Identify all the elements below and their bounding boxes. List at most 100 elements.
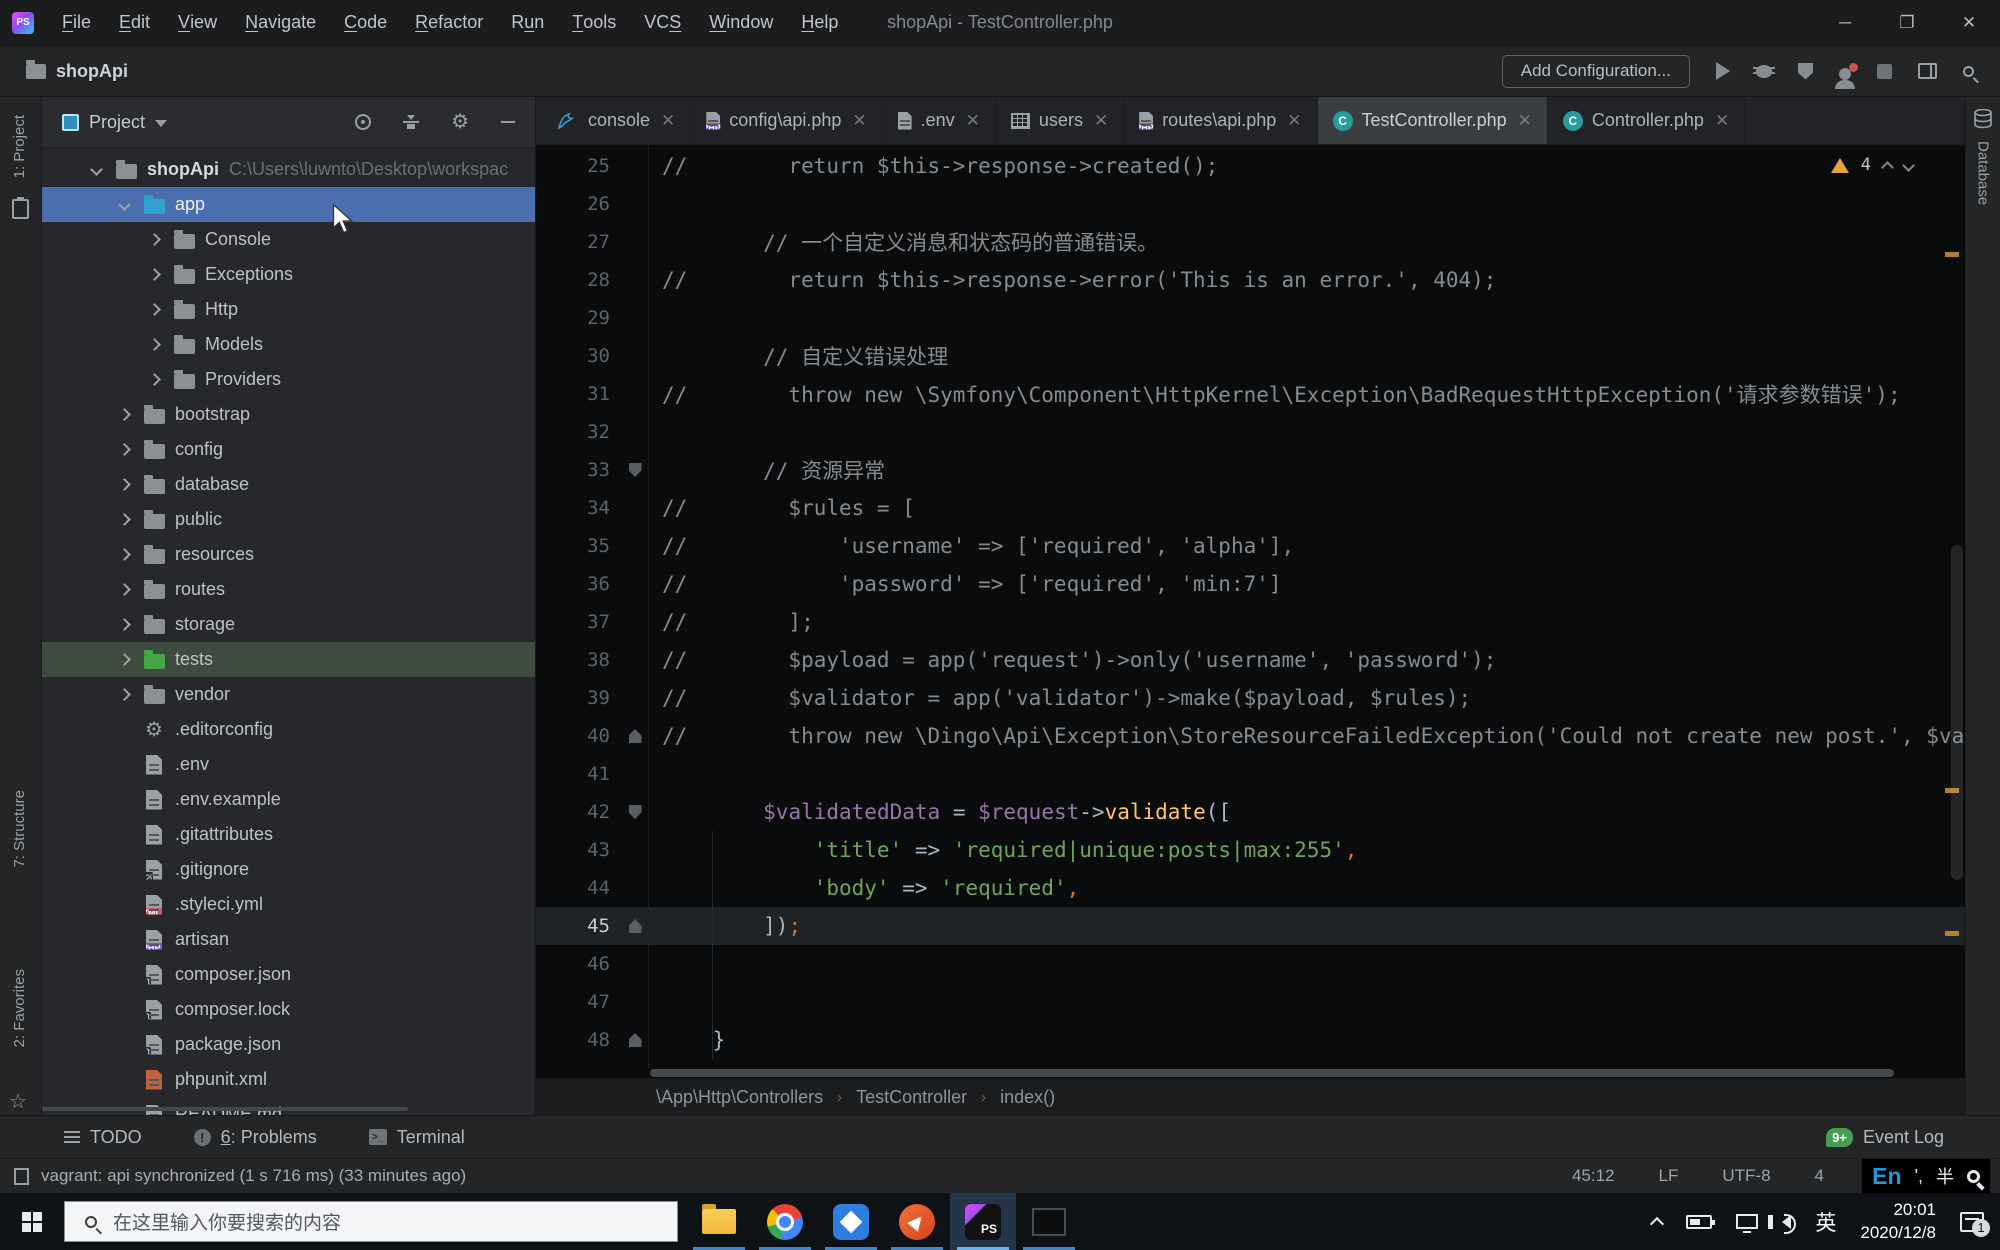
code-line-35[interactable]: 35// 'username' => ['required', 'alpha']… — [536, 527, 1965, 565]
tab-users[interactable]: users ✕ — [996, 97, 1125, 144]
close-icon[interactable]: ✕ — [1715, 111, 1729, 131]
user-icon[interactable] — [1835, 63, 1858, 89]
tree-item-app[interactable]: app — [42, 187, 535, 222]
code-line-38[interactable]: 38// $payload = app('request')->only('us… — [536, 641, 1965, 679]
coverage-icon[interactable] — [1798, 62, 1813, 80]
debug-icon[interactable] — [1753, 64, 1775, 78]
fold-marker-icon[interactable] — [628, 919, 642, 933]
tree-item--gitignore[interactable]: ⊘ .gitignore — [42, 852, 535, 887]
chevron-down-icon[interactable] — [90, 163, 103, 176]
taskbar-app-blue[interactable] — [818, 1193, 884, 1250]
locate-file-icon[interactable] — [355, 114, 372, 130]
menu-run[interactable]: Run — [497, 0, 558, 46]
menu-file[interactable]: File — [48, 0, 105, 46]
code-line-40[interactable]: 40// throw new \Dingo\Api\Exception\Stor… — [536, 717, 1965, 755]
status-message[interactable]: vagrant: api synchronized (1 s 716 ms) (… — [41, 1166, 466, 1186]
add-configuration-button[interactable]: Add Configuration... — [1501, 54, 1690, 88]
code-line-43[interactable]: 43 'title' => 'required|unique:posts|max… — [536, 831, 1965, 869]
taskbar-app-terminal[interactable] — [1016, 1193, 1082, 1250]
notification-icon[interactable]: 1 — [1960, 1211, 1990, 1237]
chevron-down-icon[interactable] — [118, 198, 131, 211]
menu-view[interactable]: View — [164, 0, 231, 46]
clipboard-icon[interactable] — [12, 197, 29, 219]
tree-item-public[interactable]: public — [42, 502, 535, 537]
taskbar-app-phpstorm[interactable]: PS — [950, 1193, 1016, 1250]
code-line-34[interactable]: 34// $rules = [ — [536, 489, 1965, 527]
tree-item--gitattributes[interactable]: .gitattributes — [42, 817, 535, 852]
horizontal-scrollbar[interactable] — [650, 1069, 1894, 1077]
wrench-icon[interactable] — [1967, 1169, 1980, 1183]
tree-item--styleci-yml[interactable]: YML .styleci.yml — [42, 887, 535, 922]
close-icon[interactable]: ✕ — [1518, 111, 1532, 131]
close-button[interactable]: ✕ — [1938, 0, 2000, 45]
tree-item-config[interactable]: config — [42, 432, 535, 467]
tab--env[interactable]: .env ✕ — [883, 97, 996, 144]
minimize-button[interactable]: ─ — [1814, 0, 1876, 45]
taskbar-clock[interactable]: 20:01 2020/12/8 — [1860, 1199, 1936, 1243]
taskbar-app-chrome[interactable] — [752, 1193, 818, 1250]
tree-item--editorconfig[interactable]: ⚙ .editorconfig — [42, 712, 535, 747]
close-icon[interactable]: ✕ — [1094, 111, 1108, 131]
code-line-41[interactable]: 41 — [536, 755, 1965, 793]
fold-marker-icon[interactable] — [628, 463, 642, 477]
tree-item-providers[interactable]: Providers — [42, 362, 535, 397]
tray-expand-icon[interactable] — [1650, 1216, 1665, 1231]
gear-icon[interactable]: ⚙ — [451, 112, 469, 132]
taskbar-app-explorer[interactable] — [686, 1193, 752, 1250]
chevron-down-icon[interactable] — [155, 119, 168, 127]
breadcrumb-item[interactable]: TestController — [856, 1087, 967, 1108]
chevron-right-icon[interactable] — [148, 268, 161, 281]
network-icon[interactable] — [1736, 1214, 1759, 1233]
tree-item-composer-lock[interactable]: {} composer.lock — [42, 992, 535, 1027]
code-line-39[interactable]: 39// $validator = app('validator')->make… — [536, 679, 1965, 717]
breadcrumb-item[interactable]: \App\Http\Controllers — [656, 1087, 823, 1108]
code-line-30[interactable]: 30 // 自定义错误处理 — [536, 337, 1965, 375]
tree-item-composer-json[interactable]: {} composer.json — [42, 957, 535, 992]
tree-item-artisan[interactable]: PHP artisan — [42, 922, 535, 957]
tree-horizontal-scrollbar[interactable] — [42, 1107, 408, 1111]
error-stripe-mark[interactable] — [1945, 931, 1959, 936]
tab-controller-php[interactable]: C Controller.php ✕ — [1548, 97, 1746, 144]
stop-icon[interactable] — [1877, 63, 1892, 79]
code-line-47[interactable]: 47 — [536, 983, 1965, 1021]
code-line-46[interactable]: 46 — [536, 945, 1965, 983]
code-line-29[interactable]: 29 — [536, 299, 1965, 337]
next-warning-icon[interactable] — [1902, 158, 1915, 172]
tree-item-routes[interactable]: routes — [42, 572, 535, 607]
close-icon[interactable]: ✕ — [852, 111, 866, 131]
tab-console[interactable]: console ✕ — [542, 97, 692, 144]
code-line-27[interactable]: 27 // 一个自定义消息和状态码的普通错误。 — [536, 223, 1965, 261]
fold-marker-icon[interactable] — [628, 729, 642, 743]
file-encoding[interactable]: UTF-8 — [1722, 1166, 1770, 1186]
sidebar-tab-database[interactable]: Database — [1975, 141, 1992, 205]
menu-code[interactable]: Code — [330, 0, 401, 46]
tree-item-http[interactable]: Http — [42, 292, 535, 327]
tree-item-package-json[interactable]: {} package.json — [42, 1027, 535, 1062]
taskbar-search-box[interactable]: 在这里输入你要搜索的内容 — [64, 1201, 678, 1242]
code-line-26[interactable]: 26 — [536, 185, 1965, 223]
taskbar-app-orange[interactable] — [884, 1193, 950, 1250]
ime-punctuation[interactable]: ', — [1915, 1166, 1923, 1187]
code-line-32[interactable]: 32 — [536, 413, 1965, 451]
code-line-25[interactable]: 25// return $this->response->created(); — [536, 147, 1965, 185]
code-line-36[interactable]: 36// 'password' => ['required', 'min:7'] — [536, 565, 1965, 603]
fold-marker-icon[interactable] — [628, 805, 642, 819]
tree-item-phpunit-xml[interactable]: phpunit.xml — [42, 1062, 535, 1097]
code-editor[interactable]: 25// return $this->response->created(); 2… — [536, 145, 1965, 1068]
error-stripe-mark[interactable] — [1945, 252, 1959, 257]
tree-item-shopapi[interactable]: shopApi C:\Users\luwnto\Desktop\workspac — [42, 152, 535, 187]
code-line-31[interactable]: 31// throw new \Symfony\Component\HttpKe… — [536, 375, 1965, 413]
tab-testcontroller-php[interactable]: C TestController.php ✕ — [1317, 97, 1548, 144]
menu-refactor[interactable]: Refactor — [401, 0, 497, 46]
close-icon[interactable]: ✕ — [966, 111, 980, 131]
search-icon[interactable] — [1963, 65, 1974, 77]
menu-window[interactable]: Window — [695, 0, 787, 46]
code-line-28[interactable]: 28// return $this->response->error('This… — [536, 261, 1965, 299]
menu-tools[interactable]: Tools — [558, 0, 630, 46]
project-selector[interactable]: shopApi — [26, 59, 128, 82]
battery-icon[interactable] — [1686, 1214, 1716, 1229]
hide-panel-icon[interactable] — [501, 121, 515, 123]
chevron-right-icon[interactable] — [118, 653, 131, 666]
chevron-right-icon[interactable] — [118, 443, 131, 456]
database-icon[interactable] — [1974, 109, 1992, 129]
